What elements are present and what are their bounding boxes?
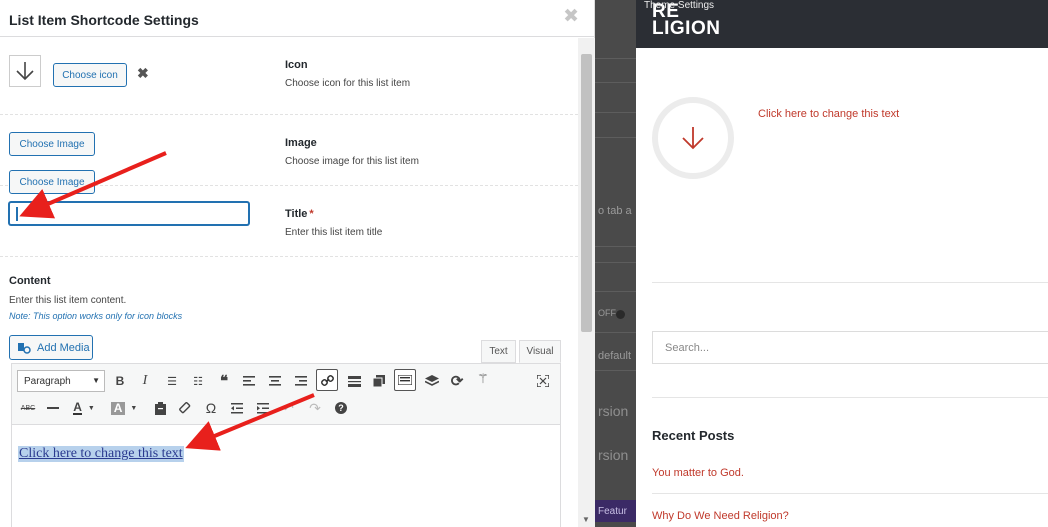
- close-icon[interactable]: ✖: [563, 7, 579, 26]
- scrollbar-thumb[interactable]: [581, 54, 592, 332]
- modal-header: List Item Shortcode Settings ✖: [0, 0, 594, 37]
- text-caret: [16, 207, 18, 221]
- background-color-icon[interactable]: A ▼: [107, 397, 141, 419]
- content-note: Note: This option works only for icon bl…: [9, 311, 183, 321]
- paste-text-icon[interactable]: [149, 397, 171, 419]
- chevron-down-icon: ▼: [92, 376, 100, 385]
- media-icon: [18, 342, 31, 354]
- link-icon[interactable]: [316, 369, 338, 391]
- icon-description: Choose icon for this list item: [285, 78, 411, 89]
- recent-posts-title: Recent Posts: [652, 428, 735, 443]
- outdent-icon[interactable]: [226, 397, 248, 419]
- arrow-down-icon: [682, 127, 704, 150]
- image-description: Choose image for this list item: [285, 156, 419, 167]
- admin-text: rsion: [598, 447, 629, 463]
- site-header: RE LIGION Theme Settings: [636, 0, 1048, 48]
- add-media-label: Add Media: [37, 341, 90, 354]
- bullet-list-icon[interactable]: ☰: [161, 370, 183, 392]
- admin-text: Featur: [598, 506, 627, 517]
- admin-divider: [595, 82, 636, 83]
- theme-settings-link[interactable]: Theme Settings: [644, 0, 714, 11]
- admin-divider: [595, 112, 636, 113]
- special-character-icon[interactable]: Ω: [200, 397, 222, 419]
- remove-icon[interactable]: ✖: [137, 65, 149, 82]
- tab-text[interactable]: Text: [481, 340, 516, 363]
- title-label: Title *: [285, 208, 314, 220]
- admin-divider: [595, 137, 636, 138]
- align-left-icon[interactable]: [238, 370, 260, 392]
- icon-setting-row: Choose icon ✖ Icon Choose icon for this …: [0, 38, 578, 115]
- content-description: Enter this list item content.: [9, 295, 127, 306]
- live-preview-pane: RE LIGION Theme Settings Click here to c…: [636, 0, 1048, 527]
- align-right-icon[interactable]: [290, 370, 312, 392]
- choose-icon-button[interactable]: Choose icon: [53, 63, 127, 87]
- recent-post-link[interactable]: You matter to God.: [652, 467, 744, 479]
- wysiwyg-editor: Paragraph ▼ B I ☰ ☷ ❝ ⟳ ⚚ ABC A ▼ A ▼ Ω …: [11, 363, 561, 527]
- admin-text: default: [598, 350, 632, 362]
- required-mark: *: [309, 208, 314, 220]
- copy-icon[interactable]: [368, 370, 390, 392]
- help-icon[interactable]: ?: [330, 397, 352, 419]
- format-select[interactable]: Paragraph ▼: [17, 370, 105, 392]
- horizontal-rule-icon[interactable]: [42, 397, 64, 419]
- admin-divider: [595, 370, 636, 371]
- eraser-icon[interactable]: [174, 397, 196, 419]
- preview-divider: [652, 282, 1048, 283]
- text-color-icon[interactable]: A ▼: [67, 397, 101, 419]
- icon-label: Icon: [285, 59, 308, 71]
- admin-text: OFF: [598, 308, 616, 318]
- admin-divider: [595, 291, 636, 292]
- admin-divider: [595, 58, 636, 59]
- icon-preview: [9, 55, 41, 87]
- redo-icon[interactable]: ↷: [304, 397, 326, 419]
- search-input[interactable]: Search...: [652, 331, 1048, 364]
- toggle-dot: [616, 310, 625, 319]
- preview-divider: [652, 397, 1048, 398]
- arrow-down-icon: [16, 62, 34, 81]
- list-item-icon-circle: [652, 97, 734, 179]
- preview-divider: [652, 493, 1048, 494]
- read-more-icon[interactable]: [343, 370, 365, 392]
- modal-scrollbar[interactable]: ▼: [578, 38, 595, 527]
- fullscreen-icon[interactable]: [532, 370, 554, 392]
- admin-text: o tab a: [598, 205, 632, 217]
- admin-divider: [595, 262, 636, 263]
- content-label: Content: [9, 275, 51, 287]
- title-description: Enter this list item title: [285, 227, 383, 238]
- choose-image-button-visual[interactable]: Choose Image: [9, 132, 95, 156]
- italic-icon[interactable]: I: [134, 370, 156, 392]
- layers-icon[interactable]: [421, 370, 443, 392]
- add-media-button[interactable]: Add Media: [9, 335, 93, 360]
- title-label-text: Title: [285, 208, 308, 220]
- title-input[interactable]: [9, 202, 249, 225]
- recent-post-link[interactable]: Why Do We Need Religion?: [652, 510, 789, 522]
- refresh-icon[interactable]: ⟳: [446, 370, 468, 392]
- scroll-down-arrow-icon[interactable]: ▼: [582, 515, 590, 524]
- modal-title: List Item Shortcode Settings: [9, 12, 199, 28]
- toolbar-toggle-icon[interactable]: [394, 369, 416, 391]
- admin-text: rsion: [598, 403, 629, 419]
- indent-icon[interactable]: [252, 397, 274, 419]
- editor-toolbar: Paragraph ▼ B I ☰ ☷ ❝ ⟳ ⚚ ABC A ▼ A ▼ Ω …: [12, 364, 560, 425]
- numbered-list-icon[interactable]: ☷: [187, 370, 209, 392]
- format-select-value: Paragraph: [24, 375, 71, 387]
- tab-visual[interactable]: Visual: [519, 340, 561, 363]
- shortcode-settings-modal: List Item Shortcode Settings ✖ Choose ic…: [0, 0, 595, 527]
- admin-background: o tab a OFF default rsion rsion Featur: [595, 0, 636, 527]
- blockquote-icon[interactable]: ❝: [213, 370, 235, 392]
- list-item-text[interactable]: Click here to change this text: [758, 108, 899, 120]
- strikethrough-icon[interactable]: ABC: [17, 397, 39, 419]
- admin-divider: [595, 246, 636, 247]
- editor-content-link[interactable]: Click here to change this text: [18, 446, 184, 462]
- admin-divider: [595, 332, 636, 333]
- undo-icon[interactable]: ↶: [277, 397, 299, 419]
- magic-wand-icon[interactable]: ⚚: [472, 368, 494, 390]
- image-label: Image: [285, 137, 317, 149]
- align-center-icon[interactable]: [264, 370, 286, 392]
- site-logo-bottom: LIGION: [652, 18, 721, 39]
- bold-icon[interactable]: B: [109, 370, 131, 392]
